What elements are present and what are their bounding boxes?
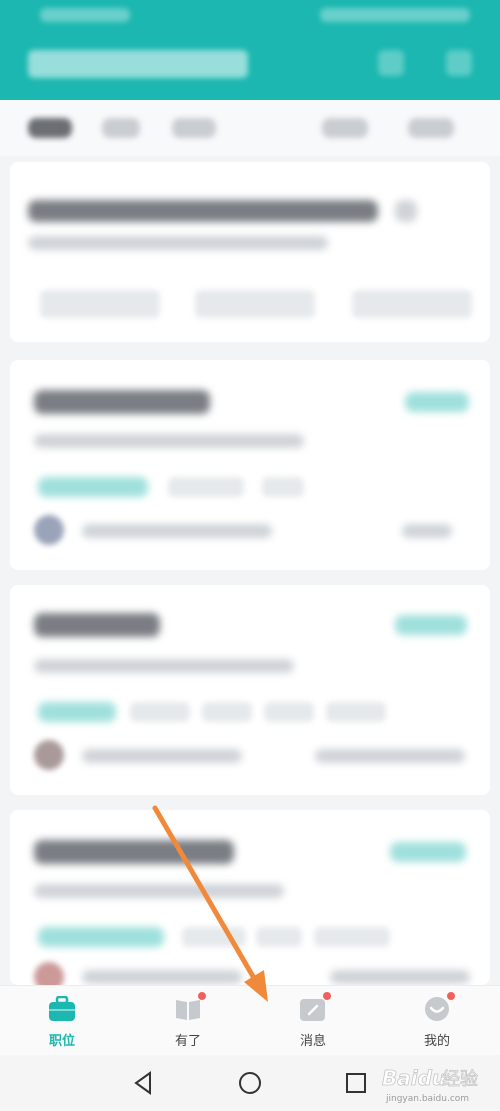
promo-close-blur[interactable] [395, 200, 417, 222]
nav-item-youle[interactable]: 有了 [148, 992, 228, 1052]
nav-item-me[interactable]: 我的 [397, 992, 477, 1052]
promo-title-blur [28, 200, 378, 222]
briefcase-icon [48, 995, 76, 1022]
tab-1[interactable] [28, 118, 72, 138]
job-tag [256, 927, 302, 947]
watermark-brand: Baidu [382, 1066, 446, 1090]
job-tag [168, 477, 244, 497]
nav-label-youle: 有了 [174, 1034, 201, 1049]
recruiter-avatar [34, 515, 64, 545]
watermark-text: 经验 [442, 1069, 478, 1090]
badge-dot [447, 992, 455, 1000]
job-salary-blur [390, 842, 466, 862]
back-triangle-icon[interactable] [130, 1069, 158, 1097]
job-tag [182, 927, 246, 947]
message-icon [299, 992, 331, 1022]
job-title-blur [34, 613, 160, 637]
recents-square-icon[interactable] [342, 1069, 370, 1097]
header-icon-1[interactable] [378, 50, 404, 76]
job-tag-highlight [38, 927, 164, 947]
filter-tabs [0, 100, 500, 156]
job-tag [202, 702, 252, 722]
nav-item-messages[interactable]: 消息 [273, 992, 353, 1052]
recruiter-info-blur [82, 524, 272, 538]
recruiter-avatar [34, 740, 64, 770]
job-tag-highlight [38, 702, 116, 722]
job-tag [326, 702, 386, 722]
book-icon [174, 992, 206, 1022]
home-circle-icon[interactable] [236, 1069, 264, 1097]
promo-option-3[interactable] [352, 290, 472, 318]
tab-2[interactable] [102, 118, 140, 138]
tab-5[interactable] [408, 118, 454, 138]
promo-option-1[interactable] [40, 290, 160, 318]
header-icon-2[interactable] [446, 50, 472, 76]
status-left-blur [40, 8, 130, 22]
job-title-blur [34, 840, 234, 864]
app-header [0, 0, 500, 100]
job-location-blur [315, 749, 465, 763]
nav-label-jobs: 职位 [48, 1034, 75, 1049]
status-bar [0, 0, 500, 30]
promo-subtitle-blur [28, 236, 328, 250]
job-salary-blur [405, 392, 469, 412]
nav-item-jobs[interactable]: 职位 [22, 992, 102, 1052]
header-title-blur [28, 44, 248, 84]
recruiter-info-blur [82, 970, 242, 984]
job-tag [264, 702, 314, 722]
job-meta-blur [34, 659, 294, 673]
job-tag-highlight [38, 477, 148, 497]
job-title-blur [34, 390, 210, 414]
job-tag [314, 927, 390, 947]
badge-dot [323, 992, 331, 1000]
tab-4[interactable] [322, 118, 368, 138]
job-card[interactable] [10, 360, 490, 570]
profile-icon [423, 992, 455, 1022]
nav-label-messages: 消息 [299, 1034, 326, 1049]
job-meta-blur [34, 434, 304, 448]
promo-option-2[interactable] [195, 290, 315, 318]
job-location-blur [402, 524, 452, 538]
baidu-jingyan-watermark: Baidu 经验 jingyan.baidu.com [382, 1066, 479, 1104]
job-card[interactable] [10, 585, 490, 795]
bottom-nav: 职位 有了 消息 我的 [0, 985, 500, 1056]
job-meta-blur [34, 884, 284, 898]
watermark-url: jingyan.baidu.com [385, 1094, 469, 1104]
job-card[interactable] [10, 810, 490, 992]
job-location-blur [330, 970, 470, 984]
tab-3[interactable] [172, 118, 216, 138]
job-salary-blur [395, 615, 467, 635]
recruiter-info-blur [82, 749, 242, 763]
badge-dot [198, 992, 206, 1000]
status-right-blur [320, 8, 470, 22]
nav-label-me: 我的 [423, 1034, 450, 1049]
promo-card[interactable] [10, 162, 490, 342]
job-tag [130, 702, 190, 722]
job-tag [262, 477, 304, 497]
